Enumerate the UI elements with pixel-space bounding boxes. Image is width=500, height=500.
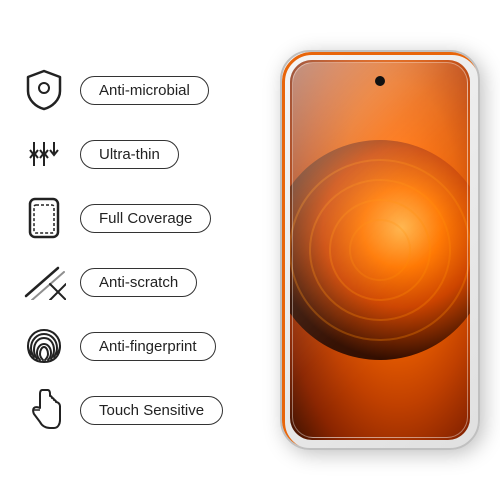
feature-row-anti-fingerprint: Anti-fingerprint <box>20 318 250 374</box>
feature-row-anti-scratch: Anti-scratch <box>20 254 250 310</box>
phone-display-panel <box>260 0 500 500</box>
fingerprint-icon <box>20 322 68 370</box>
scratch-icon <box>20 258 68 306</box>
phone-camera <box>375 76 385 86</box>
anti-fingerprint-label: Anti-fingerprint <box>80 332 216 361</box>
anti-scratch-label: Anti-scratch <box>80 268 197 297</box>
hand-icon <box>20 386 68 434</box>
full-coverage-label: Full Coverage <box>80 204 211 233</box>
feature-row-anti-microbial: Anti-microbial <box>20 62 250 118</box>
arrows-icon <box>20 130 68 178</box>
feature-row-full-coverage: Full Coverage <box>20 190 250 246</box>
feature-row-ultra-thin: Ultra-thin <box>20 126 250 182</box>
ultra-thin-label: Ultra-thin <box>80 140 179 169</box>
feature-row-touch-sensitive: Touch Sensitive <box>20 382 250 438</box>
phone-frame-icon <box>20 194 68 242</box>
phone-screen <box>290 60 470 440</box>
features-panel: Anti-microbial Ultra-thin <box>0 0 260 500</box>
touch-sensitive-label: Touch Sensitive <box>80 396 223 425</box>
shield-icon <box>20 66 68 114</box>
phone-mockup <box>280 50 480 450</box>
anti-microbial-label: Anti-microbial <box>80 76 209 105</box>
screen-protector-overlay <box>292 62 468 438</box>
